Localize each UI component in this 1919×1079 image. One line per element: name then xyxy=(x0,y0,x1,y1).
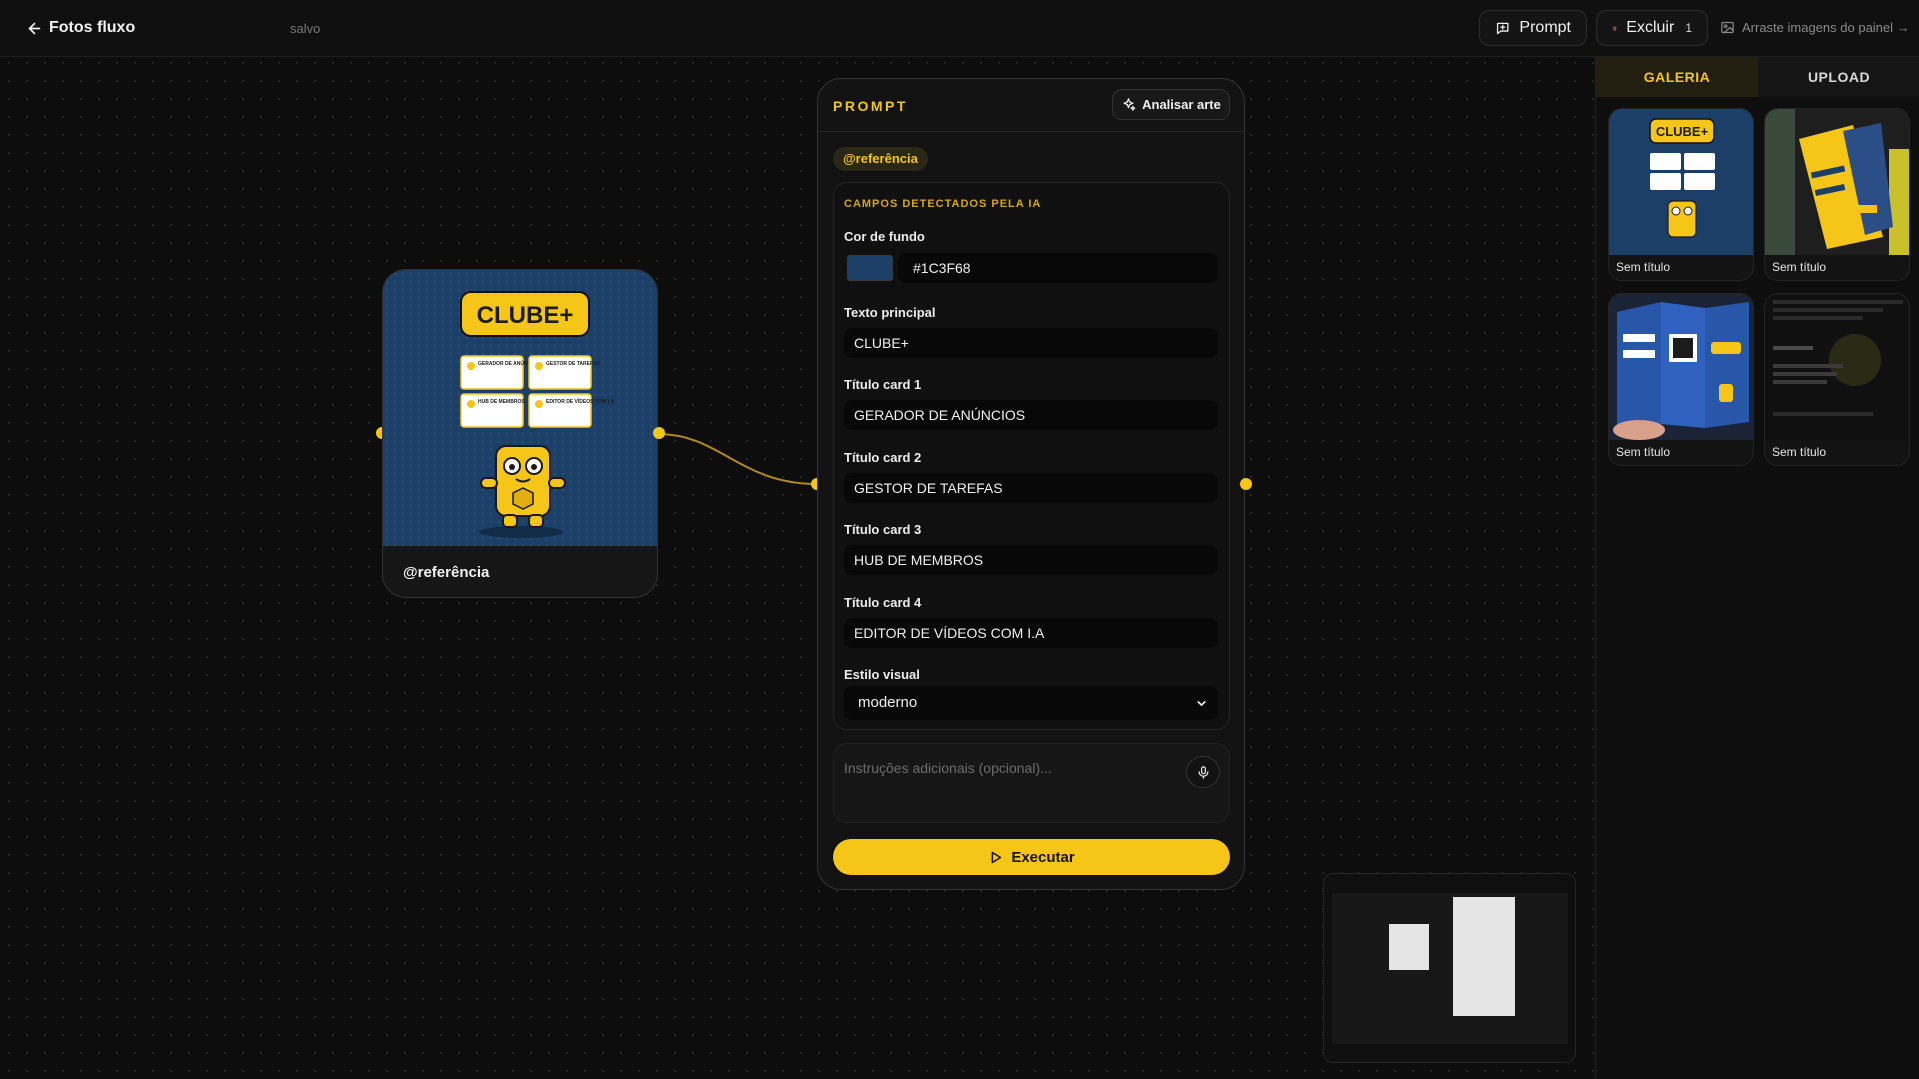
arrow-left-icon xyxy=(28,22,41,34)
trash-icon xyxy=(1612,26,1617,30)
project-title: Fotos fluxo xyxy=(49,19,136,36)
background-color-input[interactable]: #1C3F68 xyxy=(898,253,1218,283)
analyze-art-button[interactable]: Analisar arte xyxy=(1112,89,1230,120)
microphone-icon xyxy=(1198,765,1208,779)
card4-title-label: Título card 4 xyxy=(844,595,922,610)
tab-gallery[interactable]: GALERIA xyxy=(1596,57,1758,97)
drag-hint-text: Arraste imagens do painel → xyxy=(1742,20,1910,35)
card4-title-input[interactable]: EDITOR DE VÍDEOS COM I.A xyxy=(844,618,1218,648)
connector-line xyxy=(657,433,818,485)
minimap[interactable] xyxy=(1323,873,1576,1063)
tab-upload[interactable]: UPLOAD xyxy=(1758,57,1919,97)
prompt-output-port[interactable] xyxy=(1240,478,1252,490)
poster-brand-text: CLUBE+ xyxy=(477,302,574,329)
gallery-thumb-printed-flyer xyxy=(1765,109,1909,255)
delete-count-badge: 1 xyxy=(1685,21,1692,35)
reference-tag[interactable]: @referência xyxy=(833,147,928,171)
image-icon xyxy=(1721,21,1734,34)
main-text-label: Texto principal xyxy=(844,305,936,320)
minimap-viewport xyxy=(1332,893,1568,1044)
drag-hint: Arraste imagens do painel → xyxy=(1720,20,1910,35)
reference-image: CLUBE+ GERADOR DE ANÚNCIOS GESTOR DE TAR… xyxy=(383,270,657,546)
card2-title-input[interactable]: GESTOR DE TAREFAS xyxy=(844,473,1218,503)
top-bar: Fotos fluxo salvo Prompt Excluir 1 Arras… xyxy=(0,0,1919,57)
gallery-caption: Sem título xyxy=(1616,260,1671,274)
card3-title-input[interactable]: HUB DE MEMBROS xyxy=(844,545,1218,575)
execute-button[interactable]: Executar xyxy=(833,839,1230,875)
gallery-caption: Sem título xyxy=(1772,260,1827,274)
card1-title-input[interactable]: GERADOR DE ANÚNCIOS xyxy=(844,400,1218,430)
card3-title-label: Título card 3 xyxy=(844,522,922,537)
gallery-thumb-folded-brochure xyxy=(1609,294,1753,440)
prompt-node: PROMPT Analisar arte @referência CAMPOS … xyxy=(817,78,1245,890)
card1-title-label: Título card 1 xyxy=(844,377,922,392)
gallery-thumb-dark-text-document xyxy=(1765,294,1909,440)
minimap-reference-node xyxy=(1389,924,1429,970)
prompt-button-label: Prompt xyxy=(1519,19,1571,36)
poster-card-2: GESTOR DE TAREFAS xyxy=(546,361,600,367)
background-color-label: Cor de fundo xyxy=(844,229,925,244)
card2-title-label: Título card 2 xyxy=(844,450,922,465)
saved-status: salvo xyxy=(290,21,321,36)
delete-button[interactable]: Excluir 1 xyxy=(1596,10,1708,46)
visual-style-label: Estilo visual xyxy=(844,667,920,682)
gallery-thumb-clube-poster: CLUBE+ xyxy=(1609,109,1753,255)
background-color-swatch[interactable] xyxy=(847,255,893,281)
detected-fields-title: CAMPOS DETECTADOS PELA IA xyxy=(844,198,1042,210)
gallery-caption: Sem título xyxy=(1616,445,1671,459)
prompt-node-title: PROMPT xyxy=(833,98,908,114)
gallery-item[interactable]: CLUBE+ Sem título xyxy=(1608,108,1754,281)
visual-style-value: moderno xyxy=(858,694,918,711)
gallery-item[interactable]: Sem título xyxy=(1608,293,1754,466)
reference-output-port[interactable] xyxy=(653,427,665,439)
visual-style-select[interactable]: moderno xyxy=(844,686,1218,720)
main-text-input[interactable]: CLUBE+ xyxy=(844,328,1218,358)
detected-fields-panel: CAMPOS DETECTADOS PELA IA Cor de fundo #… xyxy=(833,182,1230,730)
execute-button-label: Executar xyxy=(1011,848,1075,866)
instructions-placeholder: Instruções adicionais (opcional)... xyxy=(844,760,1052,776)
chevron-down-icon xyxy=(1197,701,1206,706)
gallery-item[interactable]: Sem título xyxy=(1764,293,1910,466)
minimap-prompt-node xyxy=(1453,897,1515,1016)
reference-node[interactable]: CLUBE+ GERADOR DE ANÚNCIOS GESTOR DE TAR… xyxy=(382,269,658,598)
sparkles-icon xyxy=(1123,98,1136,111)
thumb-brand-text: CLUBE+ xyxy=(1656,124,1709,139)
message-plus-icon xyxy=(1496,22,1509,34)
gallery-caption: Sem título xyxy=(1772,445,1827,459)
prompt-button[interactable]: Prompt xyxy=(1479,10,1587,46)
gallery-item[interactable]: Sem título xyxy=(1764,108,1910,281)
play-icon xyxy=(991,851,1002,863)
prompt-divider xyxy=(818,131,1244,132)
microphone-button[interactable] xyxy=(1186,756,1220,788)
side-panel: GALERIA UPLOAD CLUBE+ Sem título Sem tít… xyxy=(1595,57,1919,1079)
additional-instructions-input[interactable]: Instruções adicionais (opcional)... xyxy=(833,743,1230,823)
poster-card-3: HUB DE MEMBROS xyxy=(478,399,525,405)
back-button[interactable]: Fotos fluxo xyxy=(26,19,135,37)
poster-card-4: EDITOR DE VÍDEOS COM I.A xyxy=(546,397,615,405)
analyze-art-label: Analisar arte xyxy=(1142,97,1221,112)
reference-node-label: @referência xyxy=(403,564,490,581)
delete-button-label: Excluir xyxy=(1626,19,1675,36)
